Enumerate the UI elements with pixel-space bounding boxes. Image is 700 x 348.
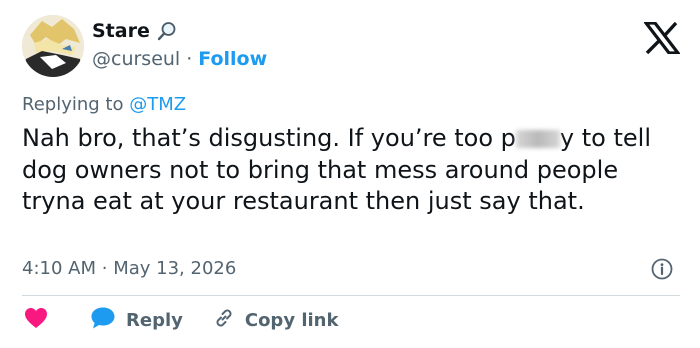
- like-button[interactable]: [24, 307, 48, 333]
- link-icon: [213, 307, 235, 333]
- handle-separator: ·: [186, 48, 193, 70]
- replying-to-mention[interactable]: @TMZ: [129, 94, 186, 115]
- copy-link-button[interactable]: Copy link: [213, 307, 339, 333]
- speech-bubble-icon: [90, 306, 116, 334]
- censored-word: [515, 130, 560, 148]
- heart-icon: [24, 307, 48, 333]
- tweet-date: May 13, 2026: [113, 258, 237, 279]
- tweet-text: Nah bro, that’s disgusting. If you’re to…: [22, 123, 682, 218]
- reply-button[interactable]: Reply: [90, 306, 183, 334]
- timestamp-separator: ·: [101, 258, 108, 279]
- display-name[interactable]: Stare: [92, 20, 150, 42]
- info-icon[interactable]: [651, 258, 673, 280]
- tweet-timestamp[interactable]: 4:10 AM · May 13, 2026: [22, 258, 236, 279]
- follow-button[interactable]: Follow: [198, 48, 267, 70]
- avatar-image: [22, 15, 84, 77]
- copy-link-label: Copy link: [244, 309, 339, 331]
- action-bar: Reply Copy link: [24, 306, 338, 334]
- handle-row: @curseul · Follow: [92, 48, 267, 70]
- user-handle[interactable]: @curseul: [92, 48, 180, 70]
- reply-label: Reply: [126, 309, 183, 331]
- avatar[interactable]: [22, 15, 84, 77]
- replying-to: Replying to @TMZ: [22, 94, 186, 115]
- replying-to-prefix: Replying to: [22, 94, 130, 115]
- tweet-time: 4:10 AM: [22, 258, 96, 279]
- magnifying-glass-icon: [157, 21, 177, 41]
- tweet-text-part-1: Nah bro, that’s disgusting. If you’re to…: [22, 124, 516, 152]
- x-logo-icon[interactable]: [642, 21, 682, 55]
- name-row: Stare: [92, 20, 177, 42]
- divider: [22, 295, 680, 296]
